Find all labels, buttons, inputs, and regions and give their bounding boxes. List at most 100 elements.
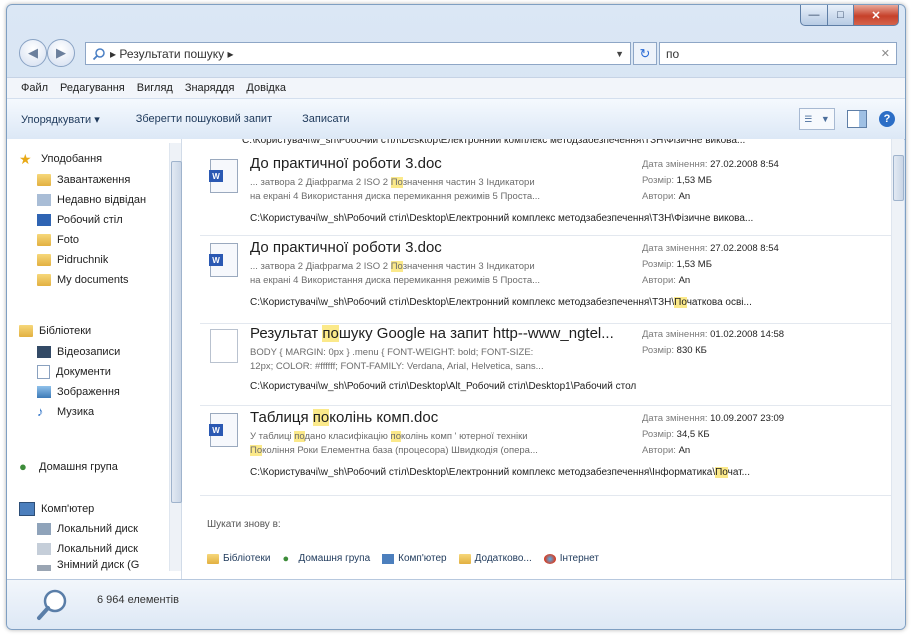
menu-file[interactable]: Файл bbox=[21, 82, 48, 94]
back-button[interactable]: ◀ bbox=[19, 39, 47, 67]
clipped-previous-path: C:\Користувачі\w_sh\Робочий стіл\Desktop… bbox=[242, 139, 746, 145]
search-again-libraries[interactable]: Бібліотеки bbox=[207, 553, 270, 564]
nav-recent-places[interactable]: Недавно відвідан bbox=[37, 190, 169, 210]
nav-label: Бібліотеки bbox=[39, 325, 92, 337]
burn-button[interactable]: Записати bbox=[302, 113, 349, 125]
nav-label: Уподобання bbox=[41, 153, 103, 165]
homegroup-icon: ● bbox=[19, 459, 27, 474]
navigation-bar: ◀ ▶ ▸ Результати пошуку ▸ ▼ ↻ по ✕ bbox=[7, 35, 905, 71]
nav-favorites[interactable]: ★ Уподобання bbox=[19, 149, 102, 169]
computer-icon bbox=[382, 553, 395, 564]
result-item[interactable]: W До практичної роботи 3.doc ... затвора 2… bbox=[200, 239, 900, 324]
result-size: Розмір: 1,53 МБ bbox=[642, 175, 712, 186]
text-segment: До практичної роботи 3.doc bbox=[250, 155, 442, 172]
nav-label: Завантаження bbox=[57, 174, 131, 186]
breadcrumb-search-results[interactable]: Результати пошуку bbox=[119, 47, 224, 61]
nav-removable-disk[interactable]: Знімний диск (G bbox=[37, 559, 169, 573]
result-title[interactable]: До практичної роботи 3.doc bbox=[250, 155, 442, 172]
nav-label: Локальний диск bbox=[57, 523, 138, 535]
text-segment: значення частин 3 Індикатори bbox=[402, 177, 535, 188]
search-again-custom[interactable]: Додатково... bbox=[458, 553, 532, 564]
navigation-pane: ★ Уподобання Завантаження Недавно відвід… bbox=[7, 139, 182, 579]
nav-documents[interactable]: Документи bbox=[37, 362, 111, 382]
result-item[interactable]: W До практичної роботи 3.doc ... затвора 2… bbox=[200, 155, 900, 236]
result-path: C:\Користувачі\w_sh\Робочий стіл\Desktop… bbox=[250, 381, 636, 392]
nav-downloads[interactable]: Завантаження bbox=[37, 170, 130, 190]
meta-label: Автори: bbox=[642, 445, 679, 456]
nav-desktop[interactable]: Робочий стіл bbox=[37, 210, 123, 230]
result-title[interactable]: До практичної роботи 3.doc bbox=[250, 239, 442, 256]
navigation-scrollbar[interactable] bbox=[169, 143, 182, 571]
meta-label: Розмір: bbox=[642, 429, 677, 440]
text-segment: коління Роки Елементна база (процесора) … bbox=[262, 445, 538, 456]
result-author: Автори: An bbox=[642, 445, 690, 456]
refresh-icon: ↻ bbox=[639, 45, 651, 61]
recent-places-icon bbox=[37, 194, 51, 206]
meta-label: Автори: bbox=[642, 191, 679, 202]
close-button[interactable]: ✕ bbox=[854, 5, 899, 26]
result-snippet: 12px; COLOR: #ffffff; FONT-FAMILY: Verda… bbox=[250, 361, 544, 372]
nav-my-documents[interactable]: My documents bbox=[37, 270, 129, 290]
change-view-button[interactable]: ☰ ▼ bbox=[799, 108, 835, 130]
forward-button[interactable]: ▶ bbox=[47, 39, 75, 67]
folder-icon bbox=[37, 234, 51, 246]
text-segment: 12px; COLOR: #ffffff; FONT-FAMILY: Verda… bbox=[250, 361, 544, 372]
scrollbar-thumb[interactable] bbox=[893, 155, 904, 201]
search-again-computer[interactable]: Комп'ютер bbox=[382, 553, 447, 564]
nav-label: Недавно відвідан bbox=[57, 194, 147, 206]
search-again-homegroup[interactable]: ● Домашня група bbox=[282, 553, 370, 564]
nav-videos[interactable]: Відеозаписи bbox=[37, 342, 120, 362]
nav-pictures[interactable]: Зображення bbox=[37, 382, 120, 402]
help-icon[interactable]: ? bbox=[879, 111, 895, 127]
nav-label: Знімний диск (G bbox=[57, 559, 140, 571]
text-segment: значення частин 3 Індикатори bbox=[402, 261, 535, 272]
result-snippet: на екрані 4 Використання диска перемикан… bbox=[250, 275, 540, 286]
text-segment: C:\Користувачі\w_sh\Робочий стіл\Desktop… bbox=[250, 467, 716, 478]
address-dropdown-icon[interactable]: ▼ bbox=[615, 49, 624, 59]
nav-pidruchnik[interactable]: Pidruchnik bbox=[37, 250, 108, 270]
meta-value: An bbox=[678, 445, 691, 456]
scrollbar-thumb[interactable] bbox=[171, 161, 182, 503]
menu-edit[interactable]: Редагування bbox=[60, 82, 125, 94]
result-item[interactable]: W Таблиця поколінь комп.doc У таблиці пода… bbox=[200, 409, 900, 496]
menu-tools[interactable]: Знаряддя bbox=[185, 82, 235, 94]
word-document-icon: W bbox=[209, 413, 238, 447]
menu-view[interactable]: Вигляд bbox=[137, 82, 173, 94]
text-segment: До практичної роботи 3.doc bbox=[250, 239, 442, 256]
save-search-button[interactable]: Зберегти пошуковий запит bbox=[136, 113, 272, 125]
text-segment: шуку Google на запит http--www_ngtel... bbox=[338, 325, 614, 342]
result-author: Автори: An bbox=[642, 275, 690, 286]
minimize-button[interactable]: — bbox=[800, 5, 828, 26]
address-bar[interactable]: ▸ Результати пошуку ▸ ▼ bbox=[85, 42, 631, 65]
preview-pane-icon[interactable] bbox=[847, 110, 867, 128]
nav-homegroup[interactable]: ● Домашня група bbox=[19, 457, 118, 477]
nav-local-disk-d[interactable]: Локальний диск bbox=[37, 539, 169, 559]
nav-computer[interactable]: Комп'ютер bbox=[19, 499, 94, 519]
pictures-icon bbox=[37, 386, 51, 398]
result-title[interactable]: Результат пошуку Google на запит http--w… bbox=[250, 325, 614, 342]
search-icon bbox=[92, 47, 105, 60]
results-scrollbar[interactable] bbox=[891, 139, 904, 579]
nav-label: Зображення bbox=[57, 386, 120, 398]
item-count: 6 964 елементів bbox=[97, 594, 179, 606]
libraries-icon bbox=[207, 553, 219, 564]
search-input[interactable]: по bbox=[660, 47, 679, 61]
word-logo-icon: W bbox=[209, 254, 223, 266]
nav-local-disk-c[interactable]: Локальний диск bbox=[37, 519, 169, 539]
nav-foto[interactable]: Foto bbox=[37, 230, 79, 250]
organize-button[interactable]: Упорядкувати ▾ bbox=[21, 113, 100, 126]
maximize-button[interactable]: □ bbox=[828, 5, 854, 26]
nav-label: Відеозаписи bbox=[57, 346, 121, 358]
menu-help[interactable]: Довідка bbox=[246, 82, 286, 94]
result-title[interactable]: Таблиця поколінь комп.doc bbox=[250, 409, 438, 426]
result-item[interactable]: Результат пошуку Google на запит http--w… bbox=[200, 325, 900, 406]
nav-label: Музика bbox=[57, 406, 95, 418]
result-snippet: на екрані 4 Використання диска перемикан… bbox=[250, 191, 540, 202]
search-again-internet[interactable]: Інтернет bbox=[543, 553, 599, 564]
nav-music[interactable]: ♪ Музика bbox=[37, 402, 94, 422]
meta-value: 27.02.2008 8:54 bbox=[710, 159, 779, 170]
refresh-button[interactable]: ↻ bbox=[633, 42, 657, 65]
search-box[interactable]: по ✕ bbox=[659, 42, 897, 65]
clear-search-icon[interactable]: ✕ bbox=[881, 47, 890, 60]
nav-libraries[interactable]: Бібліотеки bbox=[19, 321, 91, 341]
